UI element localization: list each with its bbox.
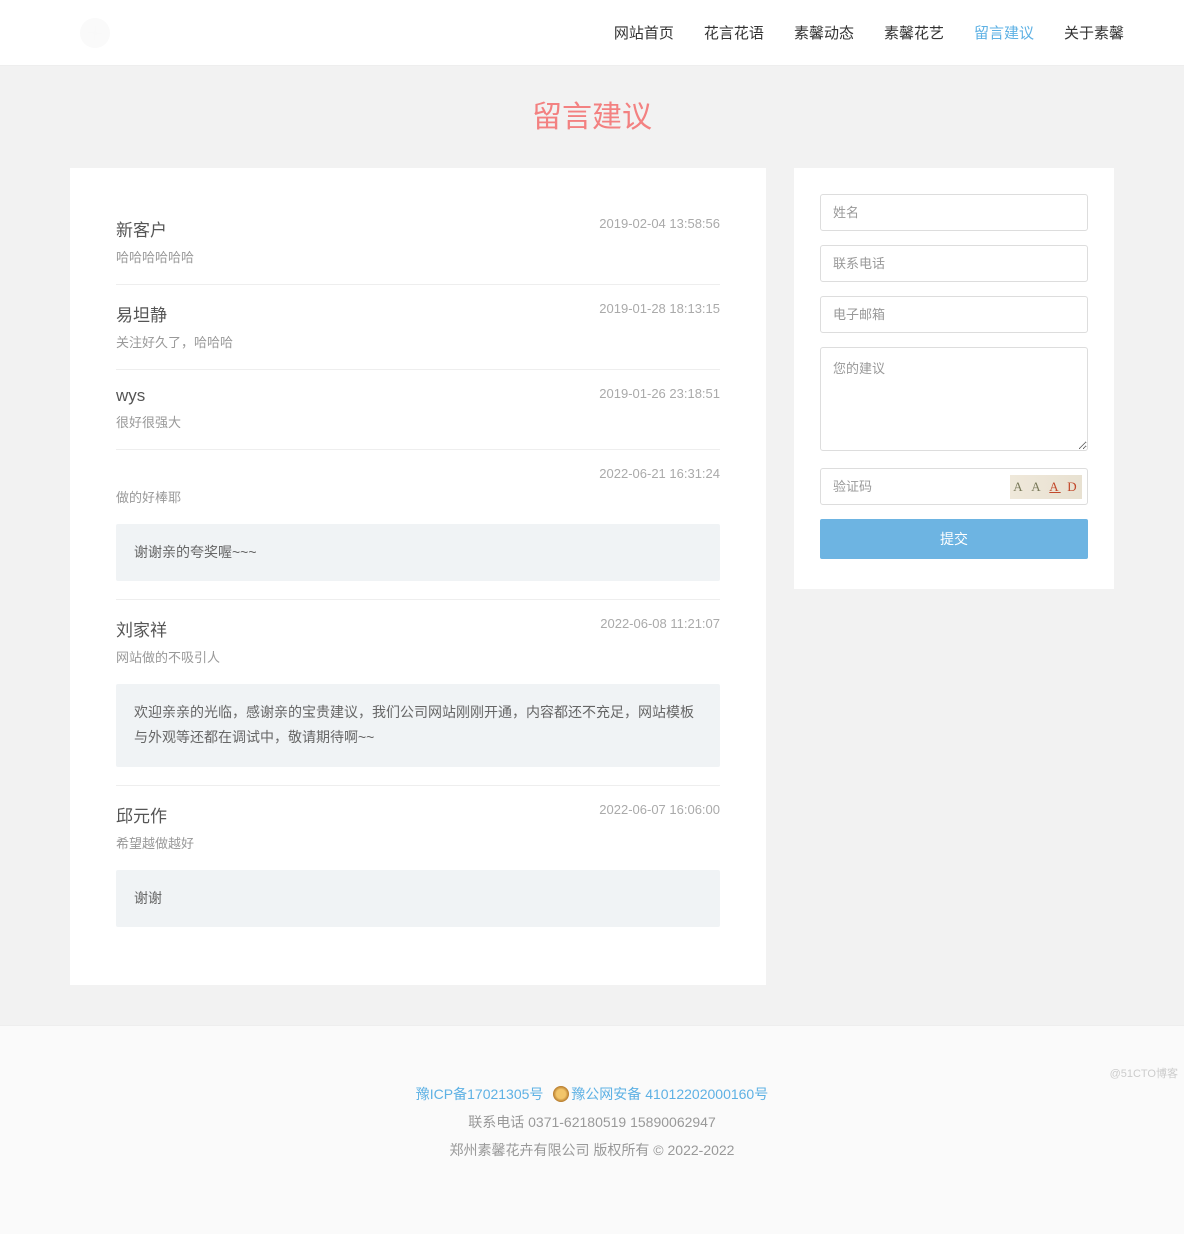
comment-author: 新客户 (116, 216, 167, 241)
top-navbar: 网站首页 花言花语 素馨动态 素馨花艺 留言建议 关于素馨 (0, 0, 1184, 66)
comment-body: 很好很强大 (116, 412, 720, 431)
captcha-char: A (1013, 479, 1024, 495)
beian-icon (553, 1086, 569, 1102)
comment-item: 易坦静 2019-01-28 18:13:15 关注好久了，哈哈哈 (116, 285, 720, 370)
site-footer: 豫ICP备17021305号 豫公网安备 41012202000160号 联系电… (0, 1025, 1184, 1234)
site-logo[interactable] (80, 18, 110, 48)
comment-body: 哈哈哈哈哈哈 (116, 247, 720, 266)
comment-time: 2019-01-28 18:13:15 (599, 301, 720, 316)
comment-reply: 谢谢亲的夸奖喔~~~ (116, 524, 720, 581)
nav-item-guestbook[interactable]: 留言建议 (974, 22, 1034, 43)
nav-item-art[interactable]: 素馨花艺 (884, 22, 944, 43)
page-subtitle (0, 144, 1184, 168)
comment-item: 2022-06-21 16:31:24 做的好棒耶 谢谢亲的夸奖喔~~~ (116, 450, 720, 600)
submit-button[interactable]: 提交 (820, 519, 1088, 559)
page-title: 留言建议 (0, 66, 1184, 144)
captcha-image[interactable]: A A A D (1010, 475, 1082, 499)
captcha-char: D (1067, 479, 1078, 495)
comment-time: 2019-01-26 23:18:51 (599, 386, 720, 401)
comment-item: 邱元作 2022-06-07 16:06:00 希望越做越好 谢谢 (116, 786, 720, 945)
comment-reply: 谢谢 (116, 870, 720, 927)
footer-copyright: 郑州素馨花卉有限公司 版权所有 © 2022-2022 (0, 1136, 1184, 1164)
comment-body: 做的好棒耶 (116, 487, 720, 506)
beian-link[interactable]: 豫公网安备 41012202000160号 (571, 1086, 768, 1102)
nav-item-about[interactable]: 关于素馨 (1064, 22, 1124, 43)
comment-time: 2022-06-07 16:06:00 (599, 802, 720, 817)
comment-item: wys 2019-01-26 23:18:51 很好很强大 (116, 370, 720, 450)
footer-phone: 联系电话 0371-62180519 15890062947 (0, 1108, 1184, 1136)
comment-time: 2022-06-08 11:21:07 (600, 616, 720, 631)
nav-item-news[interactable]: 素馨动态 (794, 22, 854, 43)
comment-time: 2022-06-21 16:31:24 (599, 466, 720, 481)
name-input[interactable] (820, 194, 1088, 231)
comments-panel: 新客户 2019-02-04 13:58:56 哈哈哈哈哈哈 易坦静 2019-… (70, 168, 766, 985)
nav-item-flower-talk[interactable]: 花言花语 (704, 22, 764, 43)
comment-time: 2019-02-04 13:58:56 (599, 216, 720, 231)
phone-input[interactable] (820, 245, 1088, 282)
comment-body: 网站做的不吸引人 (116, 647, 720, 666)
comment-author: 邱元作 (116, 802, 167, 827)
comment-author: 刘家祥 (116, 616, 167, 641)
main-nav: 网站首页 花言花语 素馨动态 素馨花艺 留言建议 关于素馨 (614, 22, 1124, 43)
comment-body: 关注好久了，哈哈哈 (116, 332, 720, 351)
guestbook-form: A A A D 提交 (794, 168, 1114, 589)
comment-item: 新客户 2019-02-04 13:58:56 哈哈哈哈哈哈 (116, 200, 720, 285)
comment-body: 希望越做越好 (116, 833, 720, 852)
comment-item: 刘家祥 2022-06-08 11:21:07 网站做的不吸引人 欢迎亲亲的光临… (116, 600, 720, 785)
comment-reply: 欢迎亲亲的光临，感谢亲的宝贵建议，我们公司网站刚刚开通，内容都还不充足，网站模板… (116, 684, 720, 766)
email-input[interactable] (820, 296, 1088, 333)
comment-author: 易坦静 (116, 301, 167, 326)
nav-item-home[interactable]: 网站首页 (614, 22, 674, 43)
comment-author: wys (116, 386, 145, 406)
captcha-char: A (1031, 479, 1042, 495)
flower-icon (86, 24, 104, 42)
icp-link[interactable]: 豫ICP备17021305号 (416, 1086, 544, 1102)
message-textarea[interactable] (820, 347, 1088, 451)
captcha-char: A (1049, 479, 1060, 495)
